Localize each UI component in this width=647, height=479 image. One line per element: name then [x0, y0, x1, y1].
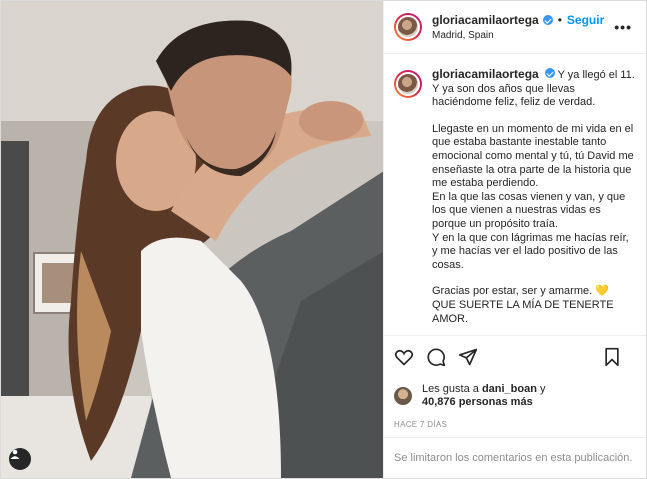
post-header: gloriacamilaortega • Seguir Madrid, Spai… — [384, 1, 646, 54]
liker-username[interactable]: dani_boan — [482, 383, 537, 395]
caption-line: QUE SUERTE LA MÍA DE TENERTE AMOR. — [432, 298, 614, 325]
action-bar — [384, 335, 646, 378]
liker-avatar[interactable] — [394, 387, 412, 405]
caption-line: En la que las cosas vienen y van, y que … — [432, 190, 626, 230]
caption-line: Y ya llegó el 11. — [557, 69, 635, 81]
likes-connector: y — [540, 383, 546, 395]
caption-line: Gracias por estar, ser y amarme. — [432, 285, 593, 298]
location-link[interactable]: Madrid, Spain — [432, 30, 604, 41]
caption-avatar[interactable] — [394, 70, 422, 98]
author-username[interactable]: gloriacamilaortega — [432, 13, 539, 27]
caption-line: Y ya son dos años que llevas haciéndome … — [432, 82, 596, 109]
comments-disabled-notice: Se limitaron los comentarios en esta pub… — [384, 437, 646, 478]
verified-icon — [544, 68, 555, 78]
verified-icon — [542, 15, 553, 25]
separator-dot: • — [557, 13, 562, 27]
more-options-icon[interactable]: ••• — [614, 19, 632, 35]
user-tag-button[interactable] — [9, 448, 31, 470]
post-photo[interactable] — [1, 1, 383, 478]
comment-icon[interactable] — [426, 347, 446, 367]
post-side-panel: gloriacamilaortega • Seguir Madrid, Spai… — [383, 1, 646, 478]
user-tag-icon — [10, 449, 20, 459]
follow-button[interactable]: Seguir — [567, 13, 604, 27]
likes-text[interactable]: Les gusta a dani_boan y 40,876 personas … — [422, 383, 546, 409]
post-timestamp[interactable]: HACE 7 DÍAS — [384, 414, 646, 437]
bookmark-icon[interactable] — [602, 347, 622, 367]
likes-count[interactable]: 40,876 personas más — [422, 396, 533, 408]
share-icon[interactable] — [458, 347, 478, 367]
heart-icon[interactable] — [394, 347, 414, 367]
caption-line: Y en la que con lágrimas me hacías reír,… — [432, 231, 629, 271]
likes-row: Les gusta a dani_boan y 40,876 personas … — [384, 378, 646, 414]
author-avatar[interactable] — [394, 13, 422, 41]
caption-text: gloriacamilaortega Y ya llegó el 11. Y y… — [432, 67, 636, 335]
post-modal: gloriacamilaortega • Seguir Madrid, Spai… — [0, 0, 647, 479]
yellow-heart-emoji: 💛 — [595, 285, 609, 298]
photo-illustration — [1, 1, 383, 478]
caption-line: Llegaste en un momento de mi vida en el … — [432, 122, 634, 190]
caption-area: gloriacamilaortega Y ya llegó el 11. Y y… — [384, 54, 646, 335]
likes-prefix: Les gusta a — [422, 383, 479, 395]
caption-username[interactable]: gloriacamilaortega — [432, 67, 539, 81]
